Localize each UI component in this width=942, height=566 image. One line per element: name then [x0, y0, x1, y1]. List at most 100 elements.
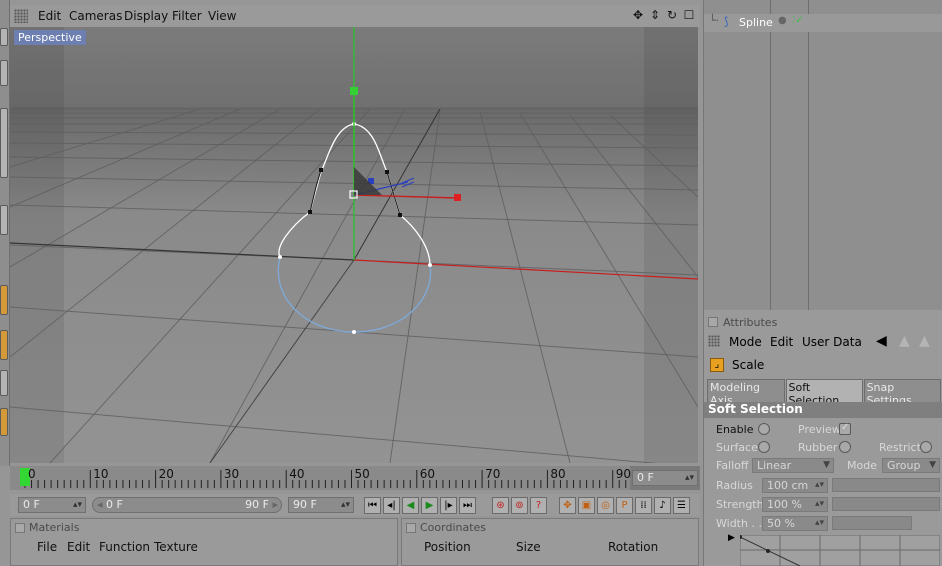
- grip-icon[interactable]: [708, 335, 720, 347]
- menu-cameras[interactable]: Cameras: [69, 9, 122, 23]
- play-forward-button[interactable]: ▶: [421, 497, 438, 514]
- strength-field[interactable]: 100 % ▴▾: [762, 497, 828, 512]
- stepper-icon[interactable]: ▴▾: [341, 498, 350, 512]
- viewport-canvas[interactable]: [10, 27, 698, 463]
- keyframe-selection-button[interactable]: ?: [530, 497, 547, 514]
- autokey-button[interactable]: ⊚: [511, 497, 528, 514]
- back-arrow-icon[interactable]: ◀: [876, 333, 887, 349]
- toolbar-button[interactable]: [0, 408, 8, 436]
- dolly-icon[interactable]: ⇕: [648, 8, 662, 22]
- frame-range-slider[interactable]: ◂ 0 F 90 F ▸: [92, 497, 282, 513]
- start-frame-field[interactable]: 0 F ▴▾: [18, 497, 86, 513]
- interpolation-button[interactable]: ♪: [654, 497, 671, 514]
- current-frame-field[interactable]: 0 F ▴▾: [632, 470, 698, 486]
- key-scale-button[interactable]: ▣: [578, 497, 595, 514]
- falloff-value: Linear: [757, 459, 792, 472]
- timeline-settings-button[interactable]: ☰: [673, 497, 690, 514]
- stepper-icon[interactable]: ▴▾: [815, 498, 824, 511]
- key-parameter-button[interactable]: P: [616, 497, 633, 514]
- next-key-button[interactable]: |▸: [440, 497, 457, 514]
- end-frame-field[interactable]: 90 F ▴▾: [288, 497, 354, 513]
- materials-menu-edit[interactable]: Edit: [67, 540, 90, 554]
- left-toolbar: [0, 0, 10, 466]
- toolbar-button[interactable]: [0, 205, 8, 235]
- toolbar-button[interactable]: [0, 370, 8, 396]
- attr-menu-user-data[interactable]: User Data: [802, 335, 862, 349]
- materials-menu-texture[interactable]: Texture: [154, 540, 198, 554]
- rubber-checkbox[interactable]: [839, 441, 851, 453]
- attr-menu-edit[interactable]: Edit: [770, 335, 793, 349]
- object-manager[interactable]: └· ⟆ Spline ● ⁚✓: [704, 0, 942, 310]
- panel-toggle[interactable]: [406, 523, 416, 533]
- tool-header: ⌟ Scale: [704, 355, 942, 375]
- coordinates-title: Coordinates: [420, 521, 487, 534]
- prev-key-button[interactable]: ◂|: [383, 497, 400, 514]
- materials-menu-file[interactable]: File: [37, 540, 57, 554]
- toolbar-button[interactable]: [0, 285, 8, 315]
- viewport-perspective[interactable]: Perspective: [10, 27, 698, 463]
- expand-arrow-icon[interactable]: ▶: [728, 533, 735, 543]
- width-value: 50 %: [767, 517, 795, 530]
- record-button[interactable]: ⊛: [492, 497, 509, 514]
- attr-menu-mode[interactable]: Mode: [729, 335, 762, 349]
- falloff-dropdown[interactable]: Linear ▼: [752, 458, 834, 473]
- timeline-tick-label: 20: [158, 467, 174, 481]
- lock-icon[interactable]: ▲: [919, 333, 930, 349]
- enable-check-icon[interactable]: ⁚✓: [792, 15, 804, 26]
- tree-line-icon: └·: [709, 14, 720, 27]
- preview-checkbox[interactable]: ✓: [839, 422, 851, 435]
- goto-start-button[interactable]: ⏮: [364, 497, 381, 514]
- panel-toggle[interactable]: [708, 317, 718, 327]
- key-pla-button[interactable]: ⁞⁞: [635, 497, 652, 514]
- strength-label: Strength: [716, 498, 764, 511]
- up-arrow-icon[interactable]: ▲: [899, 333, 910, 349]
- mode-value: Group: [887, 459, 921, 472]
- stepper-icon[interactable]: ▴▾: [815, 517, 824, 530]
- toolbar-button[interactable]: [0, 60, 8, 86]
- playback-bar: 0 F ▴▾ ◂ 0 F 90 F ▸ 90 F ▴▾ ⏮ ◂| ◀ ▶ |▸ …: [10, 494, 700, 516]
- restrict-checkbox[interactable]: [920, 441, 932, 453]
- strength-slider[interactable]: [832, 497, 940, 511]
- menu-view[interactable]: View: [208, 9, 236, 23]
- materials-title: Materials: [29, 521, 80, 534]
- goto-end-button[interactable]: ⏭: [459, 497, 476, 514]
- width-field[interactable]: 50 % ▴▾: [762, 516, 828, 531]
- toolbar-button[interactable]: [0, 108, 8, 178]
- menu-filter[interactable]: Filter: [172, 9, 202, 23]
- object-name[interactable]: Spline: [739, 16, 773, 29]
- toolbar-button[interactable]: [0, 330, 8, 360]
- toolbar-button[interactable]: [0, 28, 8, 46]
- key-position-button[interactable]: ✥: [559, 497, 576, 514]
- object-row[interactable]: └· ⟆ Spline ● ⁚✓: [704, 14, 942, 32]
- timeline-tick-label: 70: [485, 467, 501, 481]
- stepper-icon[interactable]: ▴▾: [73, 498, 82, 512]
- surface-checkbox[interactable]: [758, 441, 770, 453]
- width-slider[interactable]: [832, 516, 912, 530]
- move-view-icon[interactable]: ✥: [631, 8, 645, 22]
- rotate-view-icon[interactable]: ↻: [665, 8, 679, 22]
- stepper-icon[interactable]: ▴▾: [685, 471, 694, 485]
- key-rotation-button[interactable]: ◎: [597, 497, 614, 514]
- menu-edit[interactable]: Edit: [38, 9, 61, 23]
- attributes-menubar: Mode Edit User Data ◀ ▲ ▲: [704, 332, 942, 352]
- falloff-graph[interactable]: [740, 535, 940, 566]
- enable-checkbox[interactable]: [758, 423, 770, 435]
- viewport-label: Perspective: [14, 30, 86, 45]
- radius-field[interactable]: 100 cm ▴▾: [762, 478, 828, 493]
- maximize-view-icon[interactable]: ☐: [682, 8, 696, 22]
- grip-icon[interactable]: [14, 9, 28, 23]
- play-backward-button[interactable]: ◀: [402, 497, 419, 514]
- timeline[interactable]: 0 10 20 30 40 50 60 70 80 90 0 F ▴▾: [10, 466, 700, 490]
- materials-menu-function[interactable]: Function: [99, 540, 150, 554]
- timeline-tick-label: 30: [223, 467, 240, 481]
- preview-label: Preview: [798, 423, 841, 436]
- layer-dot-icon[interactable]: ●: [778, 15, 787, 26]
- panel-toggle[interactable]: [15, 523, 25, 533]
- radius-slider[interactable]: [832, 478, 940, 492]
- mode-dropdown[interactable]: Group ▼: [882, 458, 940, 473]
- timeline-tick-label: 50: [354, 467, 370, 481]
- falloff-label: Falloff: [716, 459, 749, 472]
- stepper-icon[interactable]: ▴▾: [815, 479, 824, 492]
- menu-display[interactable]: Display: [124, 9, 168, 23]
- timeline-tick-label: 80: [550, 467, 566, 481]
